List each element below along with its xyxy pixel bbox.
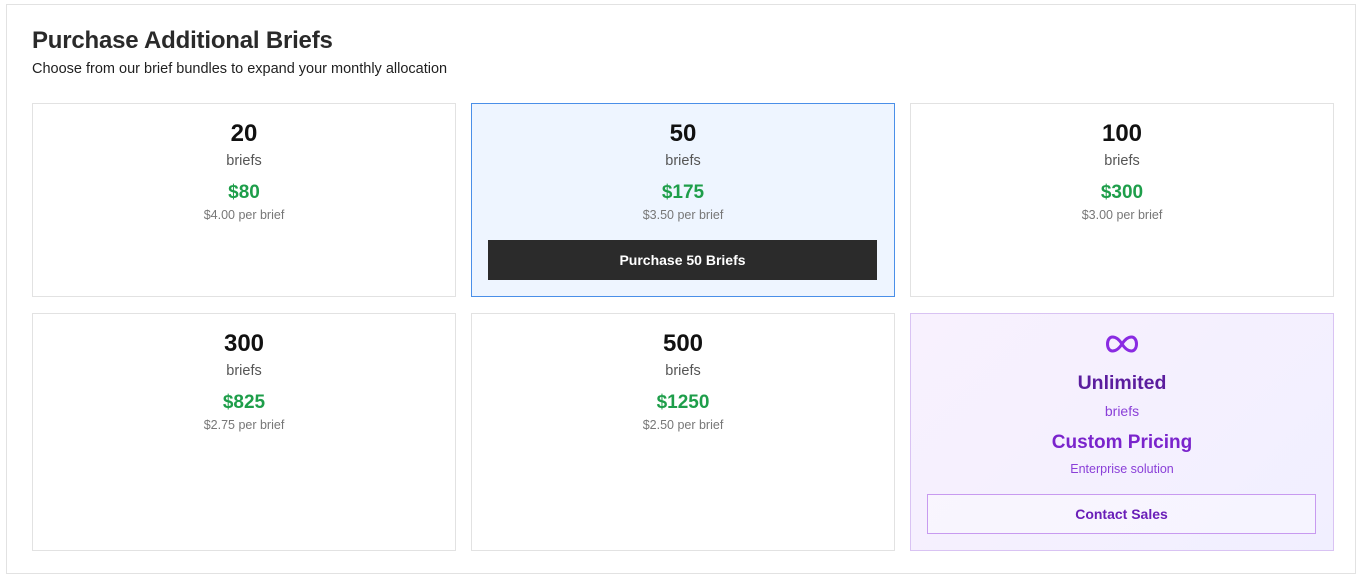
bundle-card-300[interactable]: 300 briefs $825 $2.75 per brief: [32, 313, 456, 551]
bundle-per-brief: $3.00 per brief: [1081, 208, 1163, 222]
bundle-per-brief: $2.75 per brief: [203, 418, 285, 432]
bundle-unit: briefs: [665, 153, 701, 169]
bundle-card-100[interactable]: 100 briefs $300 $3.00 per brief: [910, 103, 1334, 297]
bundle-price: $825: [222, 392, 266, 413]
bundle-quantity: 100: [1101, 120, 1143, 147]
bundle-card-unlimited[interactable]: Unlimited briefs Custom Pricing Enterpri…: [910, 313, 1334, 551]
bundle-card-20[interactable]: 20 briefs $80 $4.00 per brief: [32, 103, 456, 297]
bundle-unit: briefs: [226, 363, 262, 379]
bundle-price: $1250: [656, 392, 710, 413]
purchase-briefs-panel: Purchase Additional Briefs Choose from o…: [6, 4, 1356, 574]
bundle-price: $300: [1100, 182, 1144, 203]
bundle-per-brief: $3.50 per brief: [642, 208, 724, 222]
page-title: Purchase Additional Briefs: [32, 27, 333, 54]
bundle-price: $80: [228, 182, 260, 203]
bundle-price: $175: [661, 182, 705, 203]
bundle-unit: briefs: [226, 153, 262, 169]
bundle-quantity: 20: [230, 120, 258, 147]
enterprise-price: Custom Pricing: [1051, 432, 1193, 453]
enterprise-title: Unlimited: [1077, 372, 1167, 394]
enterprise-unit: briefs: [1104, 403, 1140, 419]
bundle-quantity: 500: [662, 330, 704, 357]
bundle-per-brief: $2.50 per brief: [642, 418, 724, 432]
bundle-unit: briefs: [1104, 153, 1140, 169]
bundle-unit: briefs: [665, 363, 701, 379]
bundle-card-50[interactable]: 50 briefs $175 $3.50 per brief Purchase …: [471, 103, 895, 297]
infinity-icon: [911, 334, 1333, 358]
purchase-50-briefs-button[interactable]: Purchase 50 Briefs: [488, 240, 877, 280]
bundle-quantity: 50: [669, 120, 697, 147]
bundle-per-brief: $4.00 per brief: [203, 208, 285, 222]
enterprise-subtitle: Enterprise solution: [1070, 462, 1174, 476]
bundle-card-500[interactable]: 500 briefs $1250 $2.50 per brief: [471, 313, 895, 551]
bundle-quantity: 300: [223, 330, 265, 357]
page-subtitle: Choose from our brief bundles to expand …: [32, 61, 448, 77]
contact-sales-button[interactable]: Contact Sales: [927, 494, 1316, 534]
